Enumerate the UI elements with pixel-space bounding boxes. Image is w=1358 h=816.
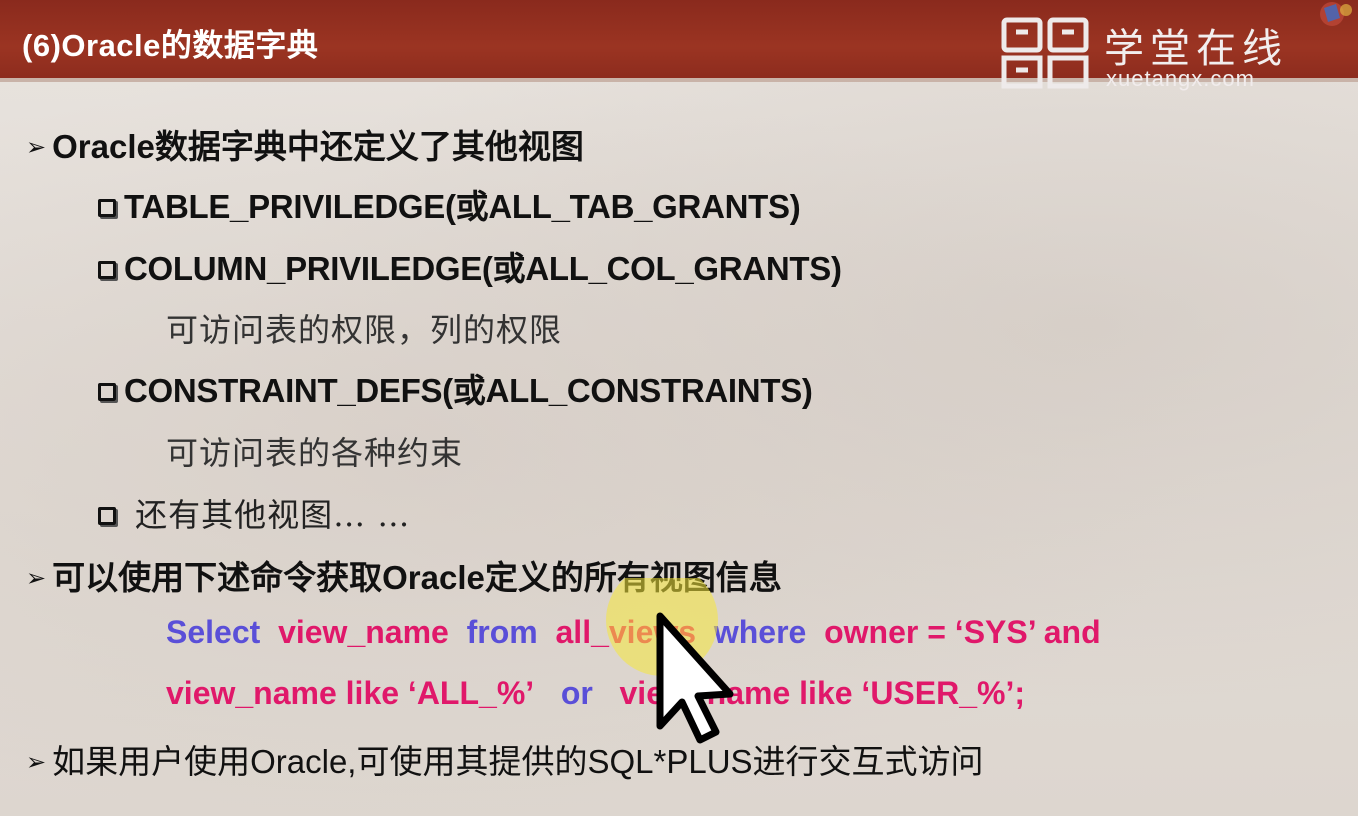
sub-item: 还有其他视图… …	[98, 490, 410, 536]
sub-item-text: CONSTRAINT_DEFS(或ALL_CONSTRAINTS)	[124, 372, 813, 409]
slide-title: (6)Oracle的数据字典	[22, 28, 319, 63]
corner-emblem-icon	[1320, 2, 1352, 26]
sub-item-text: 还有其他视图… …	[124, 496, 411, 534]
bullet-item: ➢ 如果用户使用Oracle,可使用其提供的SQL*PLUS进行交互式访问	[26, 735, 984, 783]
sub-item-note: 可访问表的权限，列的权限	[166, 311, 563, 349]
xuetangx-logo-icon	[1001, 17, 1089, 89]
arrow-bullet-icon: ➢	[26, 565, 47, 592]
sub-item-text: TABLE_PRIVILEDGE(或ALL_TAB_GRANTS)	[124, 188, 801, 225]
sql-keyword: from	[466, 614, 538, 650]
sql-condition: view_name like ‘ALL_%’	[166, 675, 535, 711]
checkbox-bullet-icon	[98, 507, 116, 525]
sub-item: CONSTRAINT_DEFS(或ALL_CONSTRAINTS)	[98, 364, 813, 412]
logo-text-en: xuetangx.com	[1106, 66, 1255, 91]
sql-keyword: or	[560, 675, 593, 711]
checkbox-bullet-icon	[98, 383, 116, 401]
checkbox-bullet-icon	[98, 261, 116, 279]
bullet-text: 如果用户使用Oracle,可使用其提供的SQL*PLUS进行交互式访问	[52, 743, 984, 780]
arrow-bullet-icon: ➢	[26, 134, 47, 161]
checkbox-bullet-icon	[98, 199, 116, 217]
sub-item: TABLE_PRIVILEDGE(或ALL_TAB_GRANTS)	[98, 180, 801, 228]
bullet-item: ➢ Oracle数据字典中还定义了其他视图	[26, 120, 584, 168]
bullet-text: Oracle数据字典中还定义了其他视图	[52, 128, 584, 165]
arrow-bullet-icon: ➢	[26, 749, 47, 776]
mouse-pointer-icon	[606, 578, 734, 744]
sub-item: COLUMN_PRIVILEDGE(或ALL_COL_GRANTS)	[98, 242, 842, 290]
sql-identifier: view_name	[278, 614, 449, 650]
xuetangx-logo: 学堂在线 xuetangx.com	[998, 8, 1328, 98]
sub-item-note: 可访问表的各种约束	[166, 434, 464, 472]
sql-line-2: view_name like ‘ALL_%’ or view_name like…	[166, 675, 1025, 712]
sql-condition: owner = ‘SYS’ and	[824, 614, 1101, 650]
sub-item-text: COLUMN_PRIVILEDGE(或ALL_COL_GRANTS)	[124, 250, 842, 287]
sql-keyword: Select	[166, 614, 261, 650]
